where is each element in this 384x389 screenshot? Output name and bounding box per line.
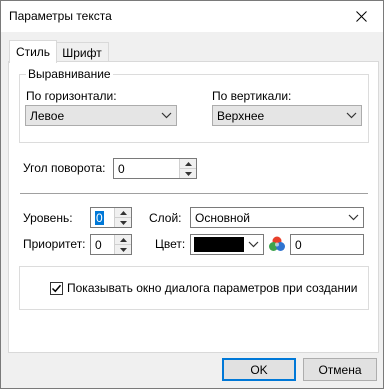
color-palette-icon	[269, 236, 285, 251]
vertical-label: По вертикали:	[212, 89, 292, 103]
dialog-title: Параметры текста	[9, 9, 112, 23]
spin-up-button[interactable]	[180, 159, 196, 169]
arrow-down-icon	[119, 220, 127, 225]
spin-buttons	[114, 235, 131, 254]
rotation-spinner[interactable]: 0	[113, 158, 197, 179]
alignment-group-title: Выравнивание	[26, 67, 113, 81]
rotation-label: Угол поворота:	[23, 161, 106, 175]
vertical-select[interactable]: Верхнее	[212, 105, 362, 126]
spin-buttons	[114, 208, 131, 227]
arrow-up-icon	[119, 210, 127, 215]
layer-select-value: Основной	[195, 211, 251, 225]
vertical-select-value: Верхнее	[217, 109, 265, 123]
level-value: 0	[95, 211, 104, 225]
horizontal-select[interactable]: Левое	[25, 105, 177, 126]
tab-style[interactable]: Стиль	[9, 40, 57, 63]
level-label: Уровень:	[23, 211, 73, 225]
chevron-down-icon	[348, 214, 359, 221]
arrow-down-icon	[184, 171, 192, 176]
horizontal-select-value: Левое	[30, 109, 65, 123]
cancel-button[interactable]: Отмена	[303, 358, 377, 381]
horizontal-label: По горизонтали:	[26, 89, 117, 103]
spin-down-button[interactable]	[180, 169, 196, 178]
tab-font-label: Шрифт	[62, 45, 102, 60]
close-button[interactable]	[339, 1, 383, 32]
spin-up-button[interactable]	[115, 208, 131, 218]
tab-page-style: Выравнивание По горизонтали: Левое По ве…	[8, 61, 379, 353]
color-swatch	[194, 237, 244, 252]
spin-buttons	[179, 159, 196, 178]
show-dialog-label: Показывать окно диалога параметров при с…	[67, 281, 358, 295]
level-spinner[interactable]: 0	[90, 207, 132, 228]
ok-button-label: OK	[250, 362, 268, 377]
priority-value: 0	[95, 238, 102, 252]
ok-button[interactable]: OK	[222, 358, 296, 381]
spin-down-button[interactable]	[115, 245, 131, 254]
color-value: 0	[295, 238, 302, 252]
chevron-down-icon	[346, 112, 357, 119]
options-group: Показывать окно диалога параметров при с…	[19, 266, 369, 310]
show-dialog-checkbox[interactable]	[50, 282, 63, 295]
color-palette-button[interactable]	[267, 234, 287, 254]
tab-font[interactable]: Шрифт	[55, 42, 109, 62]
cancel-button-label: Отмена	[318, 362, 362, 377]
spin-up-button[interactable]	[115, 235, 131, 245]
separator	[20, 193, 368, 194]
arrow-up-icon	[184, 161, 192, 166]
chevron-down-icon	[161, 112, 172, 119]
arrow-down-icon	[119, 247, 127, 252]
color-select[interactable]	[190, 234, 264, 255]
rotation-value: 0	[118, 162, 125, 176]
layer-label: Слой:	[149, 211, 182, 225]
layer-select[interactable]: Основной	[190, 207, 364, 228]
checkmark-icon	[51, 284, 62, 293]
close-icon	[355, 11, 367, 22]
priority-label: Приоритет:	[23, 237, 86, 251]
arrow-up-icon	[119, 237, 127, 242]
color-label: Цвет:	[155, 237, 186, 251]
priority-spinner[interactable]: 0	[90, 234, 132, 255]
color-value-field[interactable]: 0	[290, 234, 364, 255]
alignment-group: Выравнивание По горизонтали: Левое По ве…	[19, 67, 369, 143]
chevron-down-icon	[248, 241, 259, 248]
title-bar: Параметры текста	[1, 1, 383, 32]
tab-style-label: Стиль	[15, 45, 51, 59]
spin-down-button[interactable]	[115, 218, 131, 227]
dialog-window: Параметры текста Стиль Шрифт Выравнивани…	[0, 0, 384, 389]
